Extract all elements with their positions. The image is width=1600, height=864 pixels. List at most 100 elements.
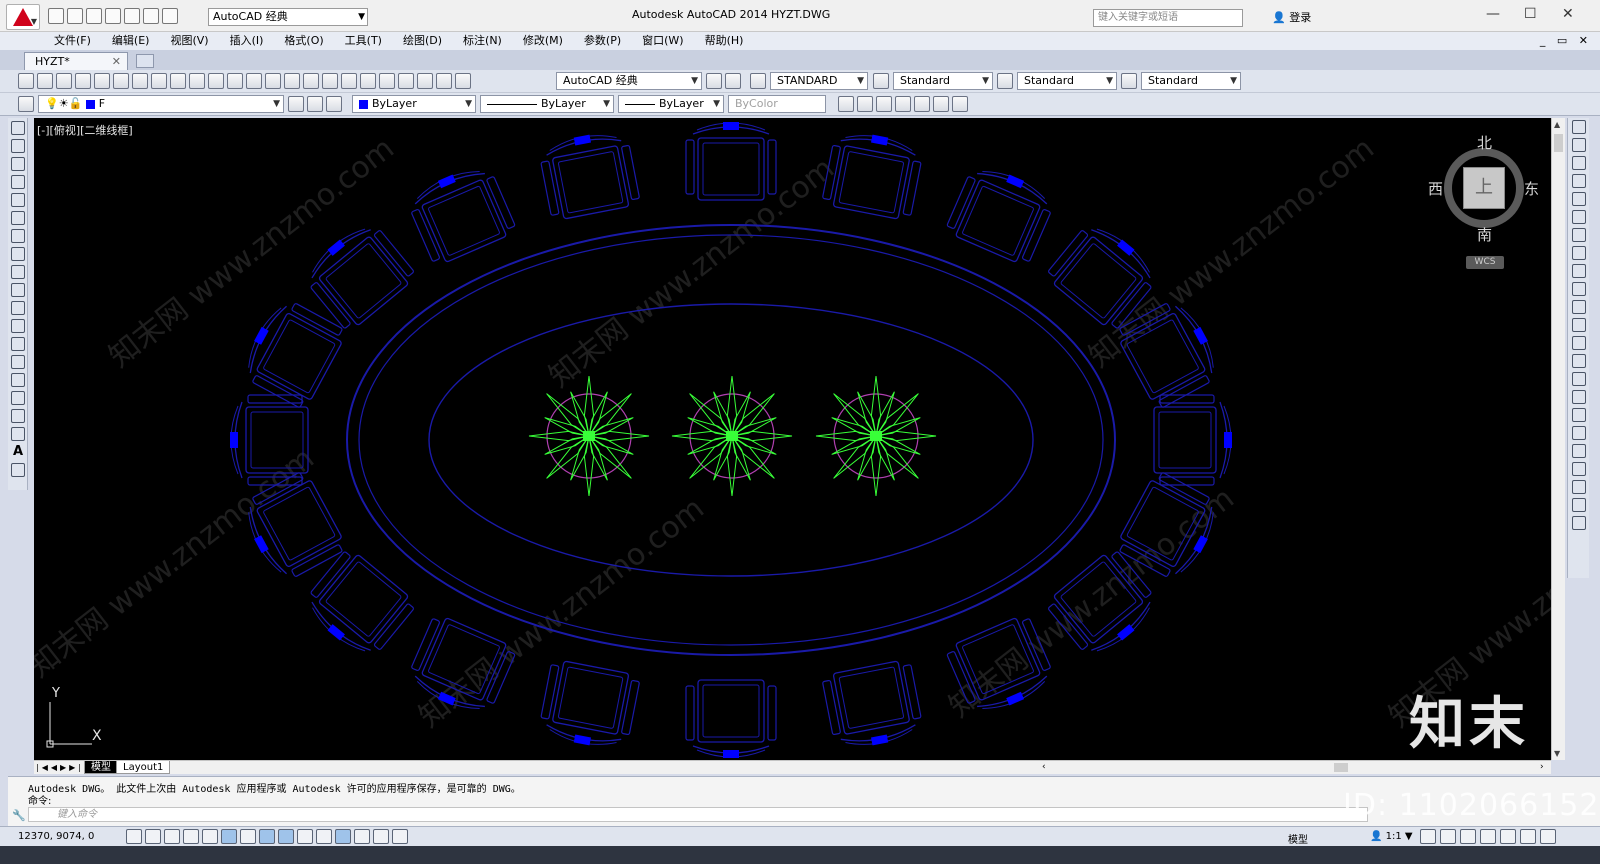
- dynamic-ucs-icon[interactable]: [278, 829, 294, 844]
- mleader-style-select[interactable]: Standard ▼: [1141, 72, 1241, 90]
- polyline-icon[interactable]: [11, 157, 25, 171]
- paste-icon[interactable]: [189, 73, 205, 89]
- lineweight-select[interactable]: ByLayer ▼: [618, 95, 724, 113]
- rotate-icon[interactable]: [1572, 228, 1586, 242]
- compass-north[interactable]: 北: [1477, 132, 1492, 153]
- text-style-icon[interactable]: [750, 73, 766, 89]
- infer-constraints-icon[interactable]: [126, 829, 142, 844]
- extend-icon[interactable]: [1572, 300, 1586, 314]
- file-tab-hyzt[interactable]: HYZT* ✕: [24, 52, 128, 70]
- dim-style-select[interactable]: Standard ▼: [893, 72, 993, 90]
- new-tab-button[interactable]: [136, 54, 154, 68]
- menu-edit[interactable]: 编辑(E): [112, 32, 150, 50]
- gear-icon[interactable]: [725, 73, 741, 89]
- undo-icon[interactable]: [143, 8, 159, 24]
- hardware-acceleration-icon[interactable]: [1500, 829, 1516, 844]
- hatch-to-back-icon[interactable]: [1572, 516, 1586, 530]
- lock-icon[interactable]: [1480, 829, 1496, 844]
- make-current-icon[interactable]: [288, 96, 304, 112]
- chamfer-icon[interactable]: [1572, 372, 1586, 386]
- multiline-text-icon[interactable]: A: [11, 445, 25, 459]
- quick-properties-icon[interactable]: [354, 829, 370, 844]
- region-icon[interactable]: [11, 409, 25, 423]
- markup-icon[interactable]: [436, 73, 452, 89]
- offset-icon[interactable]: [1572, 174, 1586, 188]
- close-button[interactable]: ✕: [1562, 6, 1574, 22]
- polygon-icon[interactable]: [11, 175, 25, 189]
- layer-states-icon[interactable]: [326, 96, 342, 112]
- show-lineweight-icon[interactable]: [316, 829, 332, 844]
- text-style-select[interactable]: STANDARD ▼: [770, 72, 868, 90]
- annotation-visibility-icon[interactable]: [1420, 829, 1436, 844]
- annotation-scale[interactable]: 👤 1:1 ▼: [1370, 831, 1413, 842]
- wcs-menu[interactable]: WCS: [1466, 256, 1504, 269]
- menu-tools[interactable]: 工具(T): [345, 32, 382, 50]
- break-at-point-icon[interactable]: [1572, 318, 1586, 332]
- login-button[interactable]: 👤 登录: [1272, 9, 1311, 25]
- make-block-icon[interactable]: [11, 337, 25, 351]
- menu-parametric[interactable]: 参数(P): [584, 32, 621, 50]
- layer-select[interactable]: 💡☀🔓 F ▼: [38, 95, 284, 113]
- search-input[interactable]: 键入关键字或短语: [1093, 9, 1243, 27]
- save-icon[interactable]: [56, 73, 72, 89]
- clean-screen-icon[interactable]: [1540, 829, 1556, 844]
- menu-file[interactable]: 文件(F): [54, 32, 91, 50]
- drawing-canvas[interactable]: 知末网 www.znzmo.com 知末网 www.znzmo.com 知末网 …: [34, 118, 1551, 760]
- calculator-icon[interactable]: [455, 73, 471, 89]
- plot-icon[interactable]: [75, 73, 91, 89]
- redo-icon[interactable]: [162, 8, 178, 24]
- 3d-object-snap-icon[interactable]: [240, 829, 256, 844]
- line-icon[interactable]: [11, 121, 25, 135]
- menu-modify[interactable]: 修改(M): [523, 32, 563, 50]
- fillet-icon[interactable]: [1572, 390, 1586, 404]
- viewcube[interactable]: 上 北 南 西 东: [1428, 134, 1539, 244]
- document-window-controls[interactable]: _ ▭ ✕: [1540, 32, 1592, 50]
- erase-icon[interactable]: [1572, 120, 1586, 134]
- annotation-monitor-icon[interactable]: [392, 829, 408, 844]
- 3d-box-icon[interactable]: [933, 96, 949, 112]
- workspace-select[interactable]: AutoCAD 经典 ▼: [208, 8, 368, 26]
- viewport-controls[interactable]: [-][俯视][二维线框]: [37, 122, 133, 138]
- array-icon[interactable]: [1572, 192, 1586, 206]
- zoom-window-icon[interactable]: [322, 73, 338, 89]
- compass-west[interactable]: 西: [1428, 178, 1443, 199]
- publish-icon[interactable]: [113, 73, 129, 89]
- visual-style-icon[interactable]: [857, 96, 873, 112]
- scale-icon[interactable]: [1572, 246, 1586, 260]
- selection-cycling-icon[interactable]: [373, 829, 389, 844]
- workspace-switching-icon[interactable]: [1460, 829, 1476, 844]
- scroll-left-icon[interactable]: ‹: [1042, 761, 1046, 774]
- table-icon[interactable]: [11, 427, 25, 441]
- zoom-previous-icon[interactable]: [341, 73, 357, 89]
- move-icon[interactable]: [1572, 210, 1586, 224]
- close-icon[interactable]: ✕: [112, 53, 121, 70]
- insert-block-icon[interactable]: [11, 319, 25, 333]
- draw-order-icon[interactable]: [1572, 444, 1586, 458]
- isolate-objects-icon[interactable]: [1520, 829, 1536, 844]
- command-input[interactable]: 键入命令: [28, 807, 1368, 822]
- sheet-set-icon[interactable]: [417, 73, 433, 89]
- object-snap-tracking-icon[interactable]: [259, 829, 275, 844]
- ellipse-icon[interactable]: [11, 283, 25, 297]
- viewcube-top-face[interactable]: 上: [1463, 167, 1505, 209]
- zoom-realtime-icon[interactable]: [303, 73, 319, 89]
- open-icon[interactable]: [67, 8, 83, 24]
- blend-curves-icon[interactable]: [1572, 408, 1586, 422]
- polar-tracking-icon[interactable]: [202, 829, 218, 844]
- ellipse-arc-icon[interactable]: [11, 301, 25, 315]
- break-icon[interactable]: [1572, 336, 1586, 350]
- table-style-select[interactable]: Standard ▼: [1017, 72, 1117, 90]
- save-icon[interactable]: [86, 8, 102, 24]
- plot-preview-icon[interactable]: [94, 73, 110, 89]
- color-select[interactable]: ByLayer ▼: [352, 95, 476, 113]
- cut-icon[interactable]: [151, 73, 167, 89]
- transparency-icon[interactable]: [335, 829, 351, 844]
- menu-insert[interactable]: 插入(I): [230, 32, 264, 50]
- ortho-mode-icon[interactable]: [183, 829, 199, 844]
- properties-icon[interactable]: [360, 73, 376, 89]
- dim-style-icon[interactable]: [873, 73, 889, 89]
- object-snap-icon[interactable]: [221, 829, 237, 844]
- model-space-label[interactable]: 模型: [1288, 831, 1308, 846]
- materials-icon[interactable]: [914, 96, 930, 112]
- solid-edit-icon[interactable]: [952, 96, 968, 112]
